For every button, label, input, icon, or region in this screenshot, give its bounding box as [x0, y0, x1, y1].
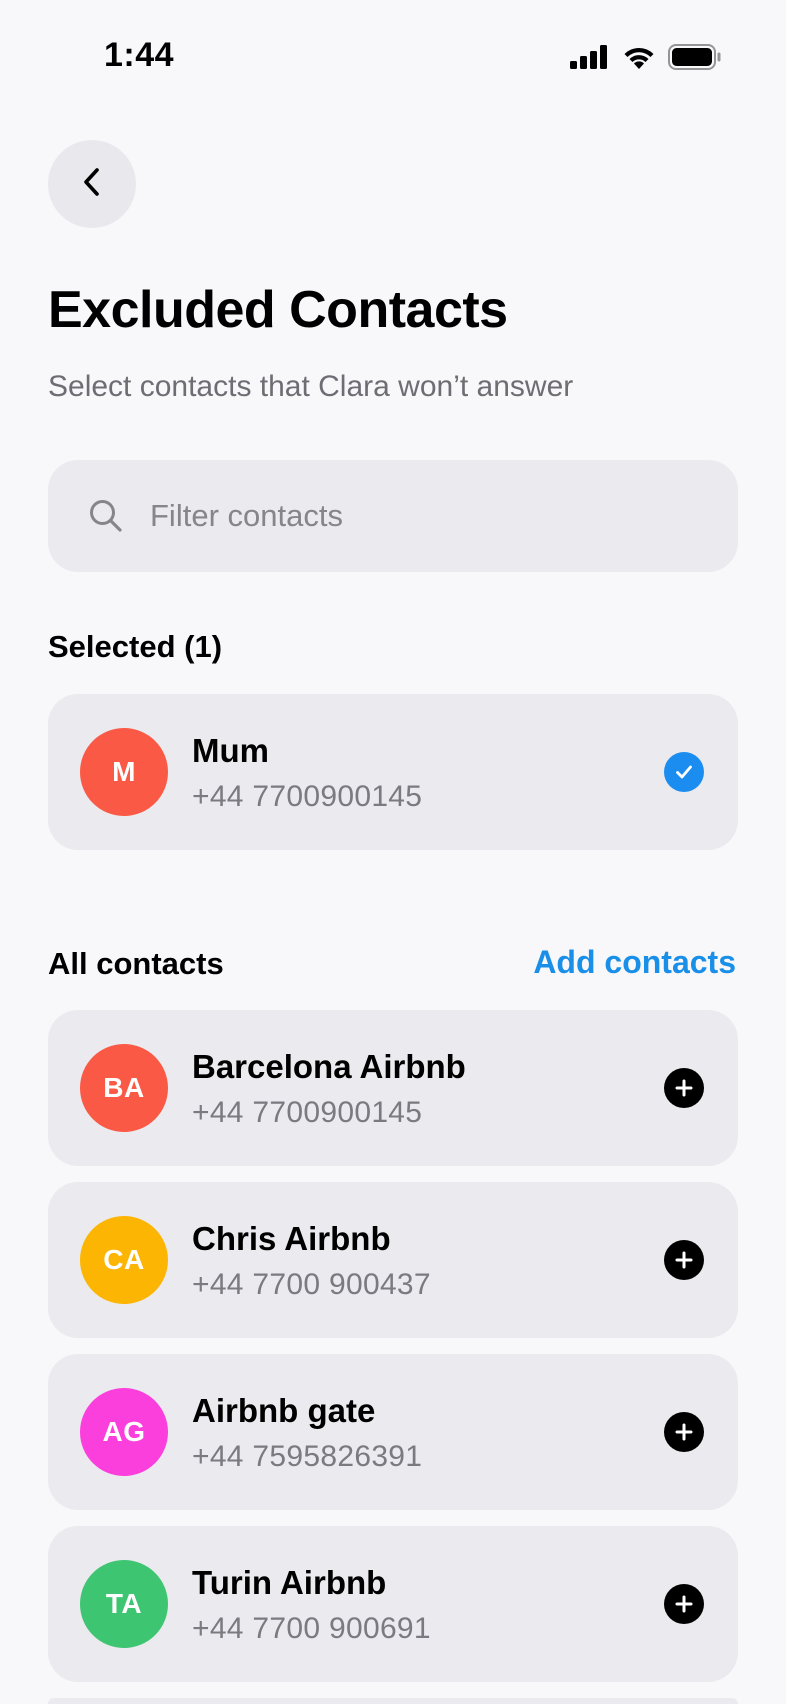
add-contacts-button[interactable]: Add contacts — [533, 944, 736, 981]
avatar: BA — [80, 1044, 168, 1132]
contact-name: Airbnb gate — [192, 1392, 376, 1429]
avatar: TA — [80, 1560, 168, 1648]
contact-name: Chris Airbnb — [192, 1220, 391, 1257]
contact-phone: +44 7700900145 — [192, 780, 423, 813]
status-icons — [570, 44, 722, 75]
plus-circle-icon[interactable] — [664, 1412, 704, 1452]
selected-contact-card[interactable]: M Mum +44 7700900145 — [48, 694, 738, 850]
plus-circle-icon[interactable] — [664, 1584, 704, 1624]
contact-card[interactable]: AG Airbnb gate +44 7595826391 — [48, 1354, 738, 1510]
contact-name: Mum — [192, 732, 269, 769]
battery-icon — [668, 44, 722, 75]
contact-name: Turin Airbnb — [192, 1564, 387, 1601]
plus-circle-icon[interactable] — [664, 1068, 704, 1108]
avatar: AG — [80, 1388, 168, 1476]
page-subtitle: Select contacts that Clara won’t answer — [48, 370, 574, 403]
contact-phone: +44 7700 900691 — [192, 1612, 431, 1645]
status-bar: 1:44 — [0, 0, 786, 118]
contact-card[interactable]: BA Barcelona Airbnb +44 7700900145 — [48, 1010, 738, 1166]
back-button[interactable] — [48, 140, 136, 228]
contact-card-partial[interactable] — [48, 1698, 738, 1704]
contact-name: Barcelona Airbnb — [192, 1048, 466, 1085]
checkmark-circle-icon[interactable] — [664, 752, 704, 792]
contact-card[interactable]: CA Chris Airbnb +44 7700 900437 — [48, 1182, 738, 1338]
wifi-icon — [622, 44, 656, 75]
avatar: M — [80, 728, 168, 816]
selected-section-heading: Selected (1) — [48, 629, 223, 664]
contact-phone: +44 7595826391 — [192, 1440, 423, 1473]
contact-phone: +44 7700 900437 — [192, 1268, 431, 1301]
search-box[interactable] — [48, 460, 738, 572]
avatar: CA — [80, 1216, 168, 1304]
contact-card[interactable]: TA Turin Airbnb +44 7700 900691 — [48, 1526, 738, 1682]
status-time: 1:44 — [104, 36, 175, 74]
all-contacts-heading: All contacts — [48, 946, 224, 981]
search-icon — [86, 496, 126, 536]
page-title: Excluded Contacts — [48, 281, 508, 339]
search-input[interactable] — [150, 498, 710, 534]
chevron-left-icon — [80, 166, 104, 203]
contact-phone: +44 7700900145 — [192, 1096, 423, 1129]
plus-circle-icon[interactable] — [664, 1240, 704, 1280]
cellular-signal-icon — [570, 45, 610, 74]
